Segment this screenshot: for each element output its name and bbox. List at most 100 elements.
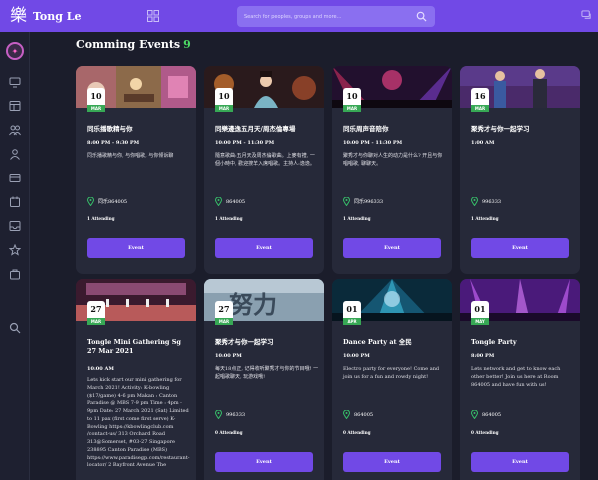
- page-title: Comming Events 9: [76, 38, 191, 51]
- date-month: MAR: [87, 318, 105, 325]
- event-location-text: 996333: [482, 198, 502, 205]
- event-count: 9: [183, 38, 191, 51]
- event-description: Lets kick start our mini gathering for M…: [87, 377, 190, 469]
- search-input[interactable]: [244, 13, 414, 20]
- event-description: 隨意歌曲:五月天及周杰倫歌曲。上麥有禮, 一個小時中, 歡迎搜羊入席唱歌。主持人…: [215, 153, 315, 167]
- chat-icon[interactable]: [581, 10, 592, 21]
- event-button[interactable]: Event: [215, 238, 313, 258]
- event-location-text: 同乐864005: [98, 199, 128, 205]
- event-location-text: 同乐996333: [354, 199, 384, 205]
- event-title: Dance Party at 全民: [343, 338, 412, 346]
- date-badge: 10 MAR: [343, 88, 361, 112]
- svg-text:努力: 努力: [229, 291, 277, 319]
- event-location: 996333: [471, 197, 501, 206]
- avatar[interactable]: ✦: [6, 42, 24, 60]
- event-time: 10:00 PM - 11:30 PM: [215, 140, 275, 146]
- event-card[interactable]: 01 APR Dance Party at 全民 10:00 PM Electro…: [332, 279, 452, 480]
- date-month: MAR: [215, 318, 233, 325]
- event-description: Electro party for everyone! Come and joi…: [343, 366, 440, 380]
- event-card[interactable]: 10 MAR 同乐播歌精与你 8:00 PM - 9:30 PM 同乐播歌精与你,…: [76, 66, 196, 274]
- attending-count: 0 Attending: [215, 430, 243, 435]
- event-button[interactable]: Event: [343, 238, 441, 258]
- calendar-grid-icon[interactable]: [9, 100, 21, 112]
- date-day: 10: [346, 91, 358, 101]
- top-bar: 樂 Tong Le: [0, 0, 598, 32]
- search-icon[interactable]: [9, 322, 21, 334]
- monitor-icon[interactable]: [9, 76, 21, 88]
- event-title: 同樂邊逸五月天/周杰倫專場: [215, 125, 296, 133]
- event-button[interactable]: Event: [87, 238, 185, 258]
- search-icon[interactable]: [416, 11, 427, 22]
- event-button[interactable]: Event: [343, 452, 441, 472]
- event-time: 8:00 PM: [471, 353, 495, 359]
- card-icon[interactable]: [9, 172, 21, 184]
- event-location: 864005: [471, 410, 501, 419]
- date-icon[interactable]: [9, 196, 21, 208]
- attending-count: 1 Attending: [471, 216, 499, 221]
- attending-count: 0 Attending: [343, 430, 371, 435]
- location-pin-icon: [343, 410, 350, 419]
- date-month: MAR: [471, 105, 489, 112]
- date-badge: 27 MAR: [87, 301, 105, 325]
- event-card[interactable]: 16 MAR 聚秀才与你一起学习 1:00 AM 996333 1 Attendi…: [460, 66, 580, 274]
- event-button[interactable]: Event: [471, 238, 569, 258]
- event-description: 每天18点正, 记得收听聚秀才与你的节目哦! 一起唱歌聊天, 玩游戏哦!: [215, 366, 319, 380]
- event-title: 同乐周声音陪你: [343, 125, 389, 133]
- event-time: 10:00 PM: [343, 353, 370, 359]
- star-icon[interactable]: [9, 244, 21, 256]
- bag-icon[interactable]: [9, 268, 21, 280]
- date-month: APR: [343, 318, 361, 325]
- date-day: 27: [90, 304, 102, 314]
- event-location-text: 864005: [226, 198, 246, 205]
- app-logo[interactable]: 樂 Tong Le: [10, 7, 140, 25]
- event-button[interactable]: Event: [215, 452, 313, 472]
- event-button[interactable]: Event: [471, 452, 569, 472]
- date-day: 27: [218, 304, 230, 314]
- event-title: 聚秀才与你一起学习: [215, 338, 274, 346]
- event-location: 同乐864005: [87, 197, 127, 206]
- event-location-text: 996333: [226, 411, 246, 418]
- date-badge: 10 MAR: [215, 88, 233, 112]
- event-card[interactable]: 01 MAY Tongle Party 8:00 PM Lets network …: [460, 279, 580, 480]
- event-location: 864005: [215, 197, 245, 206]
- event-location: 同乐996333: [343, 197, 383, 206]
- event-description: 同乐播歌精与你, 与你唱歌, 与你倾诉聊: [87, 153, 174, 159]
- event-location-text: 864005: [482, 411, 502, 418]
- event-time: 1:00 AM: [471, 140, 495, 146]
- date-day: 01: [474, 304, 486, 314]
- page-title-text: Comming Events: [76, 38, 181, 51]
- user-icon[interactable]: [9, 148, 21, 160]
- event-card[interactable]: 10 MAR 同乐周声音陪你 10:00 PM - 11:30 PM 聚秀才与你聊…: [332, 66, 452, 274]
- event-time: 10:00 AM: [87, 366, 114, 372]
- event-card[interactable]: 努力 27 MAR 聚秀才与你一起学习 10:00 PM 每天18点正, 记得收听…: [204, 279, 324, 480]
- app-name: Tong Le: [33, 9, 82, 23]
- event-description: Lets network and get to know each other …: [471, 366, 561, 388]
- date-month: MAR: [343, 105, 361, 112]
- event-title: 聚秀才与你一起学习: [471, 125, 530, 133]
- location-pin-icon: [215, 410, 222, 419]
- event-location-text: 864005: [354, 411, 374, 418]
- event-card[interactable]: 27 MAR Tongle Mini Gathering Sg 27 Mar 20…: [76, 279, 196, 480]
- date-badge: 01 MAY: [471, 301, 489, 325]
- inbox-icon[interactable]: [9, 220, 21, 232]
- location-pin-icon: [471, 410, 478, 419]
- search-bar: [237, 6, 435, 27]
- date-badge: 10 MAR: [87, 88, 105, 112]
- event-title: Tongle Party: [471, 338, 517, 346]
- location-pin-icon: [87, 197, 94, 206]
- apps-grid-icon[interactable]: [147, 10, 159, 22]
- date-badge: 16 MAR: [471, 88, 489, 112]
- location-pin-icon: [215, 197, 222, 206]
- date-month: MAR: [87, 105, 105, 112]
- location-pin-icon: [471, 197, 478, 206]
- attending-count: 0 Attending: [471, 430, 499, 435]
- event-location: 996333: [215, 410, 245, 419]
- users-group-icon[interactable]: [9, 124, 21, 136]
- event-card[interactable]: 10 MAR 同樂邊逸五月天/周杰倫專場 10:00 PM - 11:30 PM …: [204, 66, 324, 274]
- event-time: 8:00 PM - 9:30 PM: [87, 140, 140, 146]
- attending-count: 1 Attending: [343, 216, 371, 221]
- event-title: 同乐播歌精与你: [87, 125, 133, 133]
- date-day: 01: [346, 304, 358, 314]
- event-time: 10:00 PM: [215, 353, 242, 359]
- date-day: 10: [218, 91, 230, 101]
